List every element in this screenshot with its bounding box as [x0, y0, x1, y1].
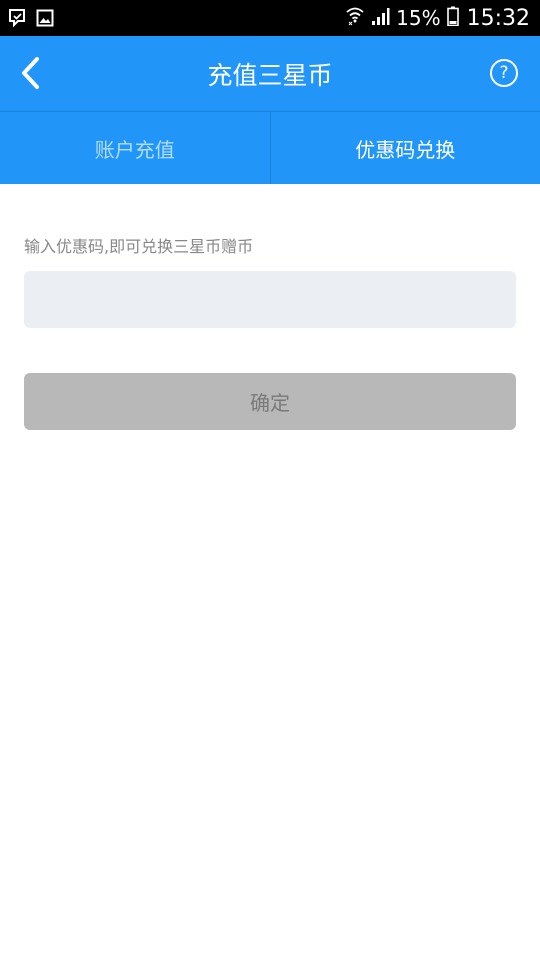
status-bar: 15% 15:32	[0, 0, 540, 36]
tab-coupon-redeem[interactable]: 优惠码兑换	[271, 112, 540, 184]
clock: 15:32	[466, 5, 530, 31]
wifi-icon	[346, 6, 364, 30]
tab-account-recharge[interactable]: 账户充值	[0, 112, 271, 184]
confirm-button[interactable]: 确定	[24, 373, 516, 430]
battery-icon	[446, 6, 459, 30]
image-icon	[36, 9, 54, 27]
status-right: 15% 15:32	[340, 6, 530, 31]
tab-bar: 账户充值 优惠码兑换	[0, 111, 540, 184]
help-icon: ?	[499, 63, 509, 83]
status-left	[8, 8, 64, 28]
chevron-left-icon	[22, 57, 39, 89]
help-button[interactable]: ?	[490, 59, 518, 87]
header-bar: 充值三星币 ?	[0, 36, 540, 111]
page-title: 充值三星币	[207, 60, 333, 90]
coupon-code-input[interactable]	[24, 271, 516, 328]
signal-icon	[370, 6, 390, 30]
back-button[interactable]	[10, 50, 50, 96]
battery-percent: 15%	[396, 6, 441, 30]
coupon-hint: 输入优惠码,即可兑换三星币赠币	[24, 237, 254, 256]
notification-icon	[8, 8, 26, 28]
